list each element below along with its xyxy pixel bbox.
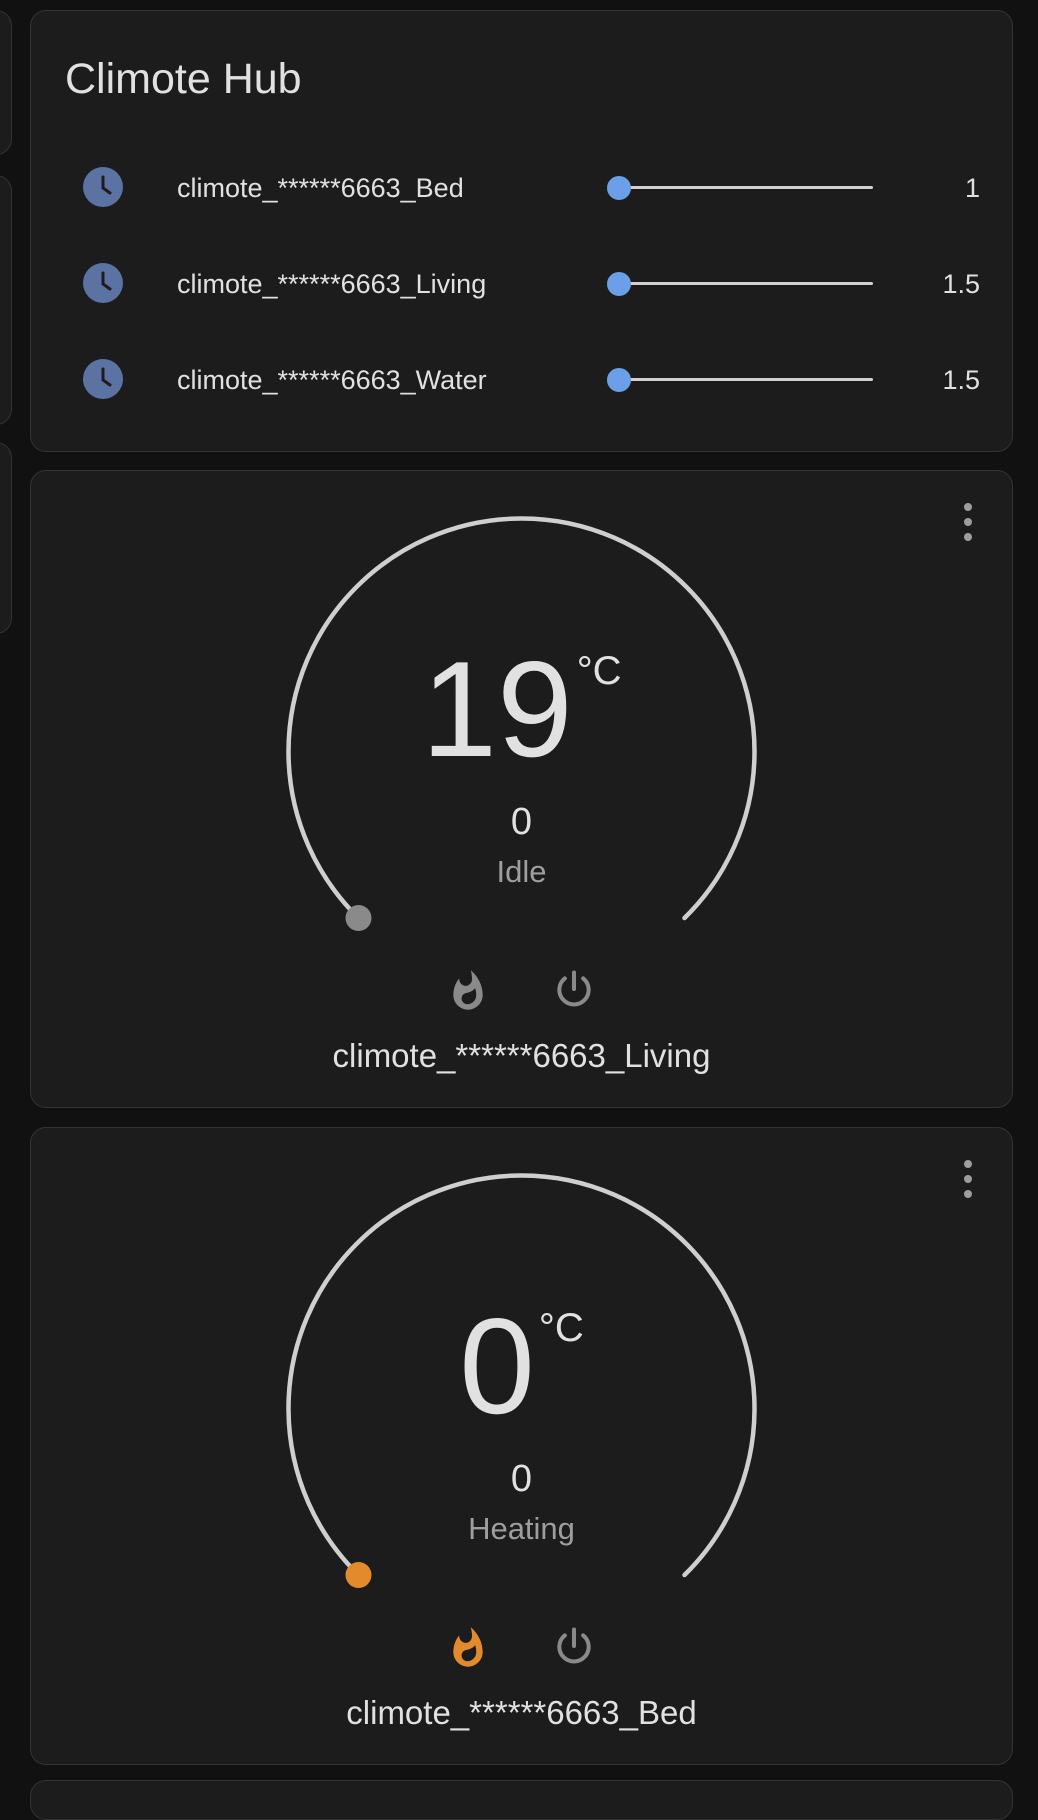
bed-slider[interactable] <box>607 173 889 201</box>
temperature-unit: °C <box>576 649 622 693</box>
current-temperature: 0 °C <box>459 1290 584 1442</box>
adjacent-card-stub <box>0 175 12 425</box>
slider-thumb[interactable] <box>607 176 631 200</box>
flame-icon[interactable] <box>446 1624 490 1668</box>
living-slider[interactable] <box>607 269 889 297</box>
hub-row-label: climote_******6663_Living <box>177 269 487 299</box>
thermostat-name: climote_******6663_Bed <box>346 1694 697 1731</box>
hvac-state: Idle <box>496 854 547 889</box>
thermostat-dial[interactable] <box>31 1128 1014 1766</box>
hub-row-value: 1 <box>964 173 980 203</box>
slider-thumb[interactable] <box>607 272 631 296</box>
clock-icon <box>83 167 123 207</box>
temperature-unit: °C <box>538 1306 584 1350</box>
water-slider[interactable] <box>607 365 889 393</box>
power-icon[interactable] <box>552 1624 596 1668</box>
flame-icon[interactable] <box>446 967 490 1011</box>
hvac-state: Heating <box>468 1511 575 1546</box>
thermostat-dial[interactable] <box>31 471 1014 1109</box>
hub-row-value: 1.5 <box>942 365 980 395</box>
hub-row-label: climote_******6663_Water <box>177 365 487 395</box>
clock-icon <box>83 359 123 399</box>
dial-handle[interactable] <box>345 905 372 931</box>
target-value: 0 <box>510 1458 533 1500</box>
climote-hub-card: Climote Hub climote_******6663_Bed 1 cli… <box>30 10 1013 452</box>
hub-title: Climote Hub <box>65 55 302 103</box>
dial-handle[interactable] <box>345 1562 372 1588</box>
power-icon[interactable] <box>552 967 596 1011</box>
hub-row-label: climote_******6663_Bed <box>177 173 464 203</box>
current-temperature: 19 °C <box>421 633 622 785</box>
hub-row-value: 1.5 <box>942 269 980 299</box>
hub-row-bed: climote_******6663_Bed 1 <box>31 157 1012 217</box>
clock-icon <box>83 263 123 303</box>
target-value: 0 <box>510 801 533 843</box>
thermostat-card-living: 19 °C 0 Idle climote_******6663_Living <box>30 470 1013 1108</box>
thermostat-name: climote_******6663_Living <box>332 1037 711 1074</box>
thermostat-card-bed: 0 °C 0 Heating climote_******6663_Bed <box>30 1127 1013 1765</box>
adjacent-card-stub <box>0 10 12 155</box>
hub-row-living: climote_******6663_Living 1.5 <box>31 253 1012 313</box>
next-card-stub <box>30 1780 1013 1820</box>
hub-row-water: climote_******6663_Water 1.5 <box>31 349 1012 409</box>
adjacent-card-stub <box>0 442 12 634</box>
slider-thumb[interactable] <box>607 368 631 392</box>
